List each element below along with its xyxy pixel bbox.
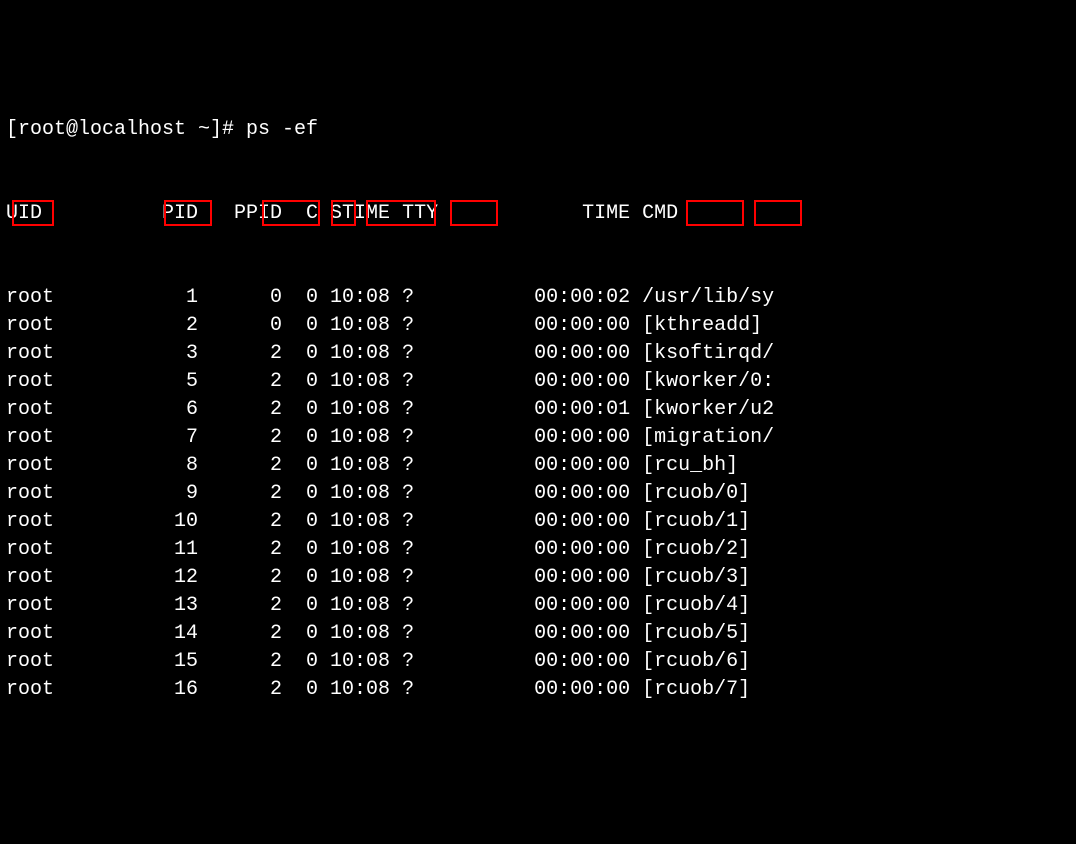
process-row: root 15 2 0 10:08 ? 00:00:00 [rcuob/6] — [6, 648, 1070, 676]
process-row: root 5 2 0 10:08 ? 00:00:00 [kworker/0: — [6, 368, 1070, 396]
process-row: root 14 2 0 10:08 ? 00:00:00 [rcuob/5] — [6, 620, 1070, 648]
process-row: root 3 2 0 10:08 ? 00:00:00 [ksoftirqd/ — [6, 340, 1070, 368]
prompt-line: [root@localhost ~]# ps -ef — [6, 116, 1070, 144]
prompt-text: [root@localhost ~]# ps -ef — [6, 118, 318, 141]
process-row: root 7 2 0 10:08 ? 00:00:00 [migration/ — [6, 424, 1070, 452]
process-row: root 10 2 0 10:08 ? 00:00:00 [rcuob/1] — [6, 508, 1070, 536]
process-row: root 8 2 0 10:08 ? 00:00:00 [rcu_bh] — [6, 452, 1070, 480]
process-row: root 11 2 0 10:08 ? 00:00:00 [rcuob/2] — [6, 536, 1070, 564]
process-row: root 2 0 0 10:08 ? 00:00:00 [kthreadd] — [6, 312, 1070, 340]
highlight-box-cmd — [754, 200, 802, 226]
process-row: root 9 2 0 10:08 ? 00:00:00 [rcuob/0] — [6, 480, 1070, 508]
process-row: root 13 2 0 10:08 ? 00:00:00 [rcuob/4] — [6, 592, 1070, 620]
header-text: UID PID PPID C STIME TTY TIME CMD — [6, 200, 678, 228]
process-row: root 16 2 0 10:08 ? 00:00:00 [rcuob/7] — [6, 676, 1070, 704]
process-rows: root 1 0 0 10:08 ? 00:00:02 /usr/lib/syr… — [6, 284, 1070, 704]
process-row: root 6 2 0 10:08 ? 00:00:01 [kworker/u2 — [6, 396, 1070, 424]
header-line: UID PID PPID C STIME TTY TIME CMD — [6, 200, 1070, 228]
highlight-box-time — [686, 200, 744, 226]
process-row: root 12 2 0 10:08 ? 00:00:00 [rcuob/3] — [6, 564, 1070, 592]
